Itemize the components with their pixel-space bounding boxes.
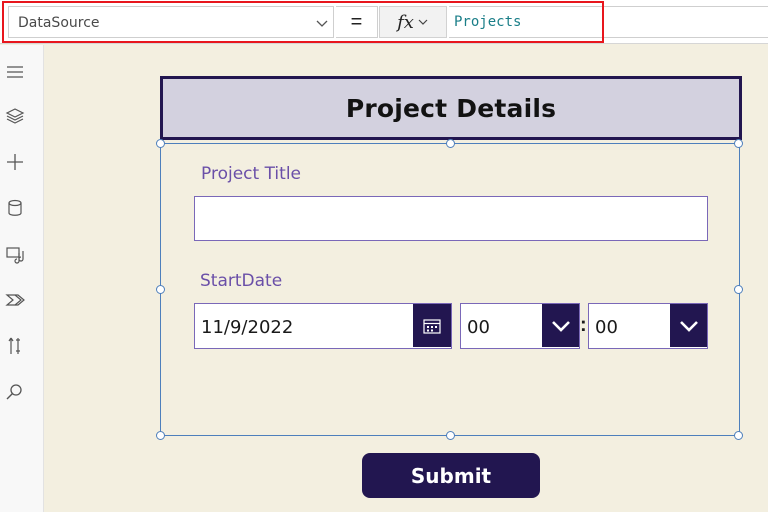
database-icon[interactable]: [4, 197, 26, 219]
layers-icon[interactable]: [4, 105, 26, 127]
project-title-input[interactable]: [194, 196, 708, 241]
resize-handle-bottom-right[interactable]: [734, 431, 743, 440]
hour-dropdown[interactable]: 00: [460, 303, 580, 349]
resize-handle-top-right[interactable]: [734, 139, 743, 148]
search-icon[interactable]: [4, 381, 26, 403]
hour-dropdown-button[interactable]: [542, 304, 579, 347]
left-rail: [0, 45, 44, 512]
time-separator: :: [580, 314, 587, 336]
plus-icon[interactable]: [4, 151, 26, 173]
hamburger-menu-icon[interactable]: [4, 61, 26, 83]
power-automate-icon[interactable]: [4, 289, 26, 311]
page-title: Project Details: [345, 93, 557, 123]
submit-label: Submit: [410, 463, 492, 488]
resize-handle-top-left[interactable]: [156, 139, 165, 148]
minute-value: 00: [595, 317, 618, 338]
minute-dropdown[interactable]: 00: [588, 303, 708, 349]
formula-bar: DataSource = fx Projects: [0, 0, 768, 44]
tools-icon[interactable]: [4, 335, 26, 357]
highlight-frame: [2, 1, 604, 43]
calendar-button[interactable]: [413, 304, 451, 347]
project-title-label: Project Title: [201, 164, 301, 184]
resize-handle-bottom-left[interactable]: [156, 431, 165, 440]
start-date-label: StartDate: [200, 271, 283, 291]
submit-button[interactable]: Submit: [362, 453, 540, 498]
hour-value: 00: [467, 317, 490, 338]
header-label[interactable]: Project Details: [160, 76, 742, 140]
calendar-icon: [423, 318, 441, 334]
minute-dropdown-button[interactable]: [670, 304, 707, 347]
date-value: 11/9/2022: [201, 317, 294, 338]
resize-handle-bottom[interactable]: [446, 431, 455, 440]
resize-handle-right[interactable]: [734, 285, 743, 294]
resize-handle-top[interactable]: [446, 139, 455, 148]
date-picker[interactable]: 11/9/2022: [194, 303, 452, 349]
resize-handle-left[interactable]: [156, 285, 165, 294]
media-icon[interactable]: [4, 243, 26, 265]
chevron-down-icon: [679, 320, 698, 332]
chevron-down-icon: [551, 320, 570, 332]
